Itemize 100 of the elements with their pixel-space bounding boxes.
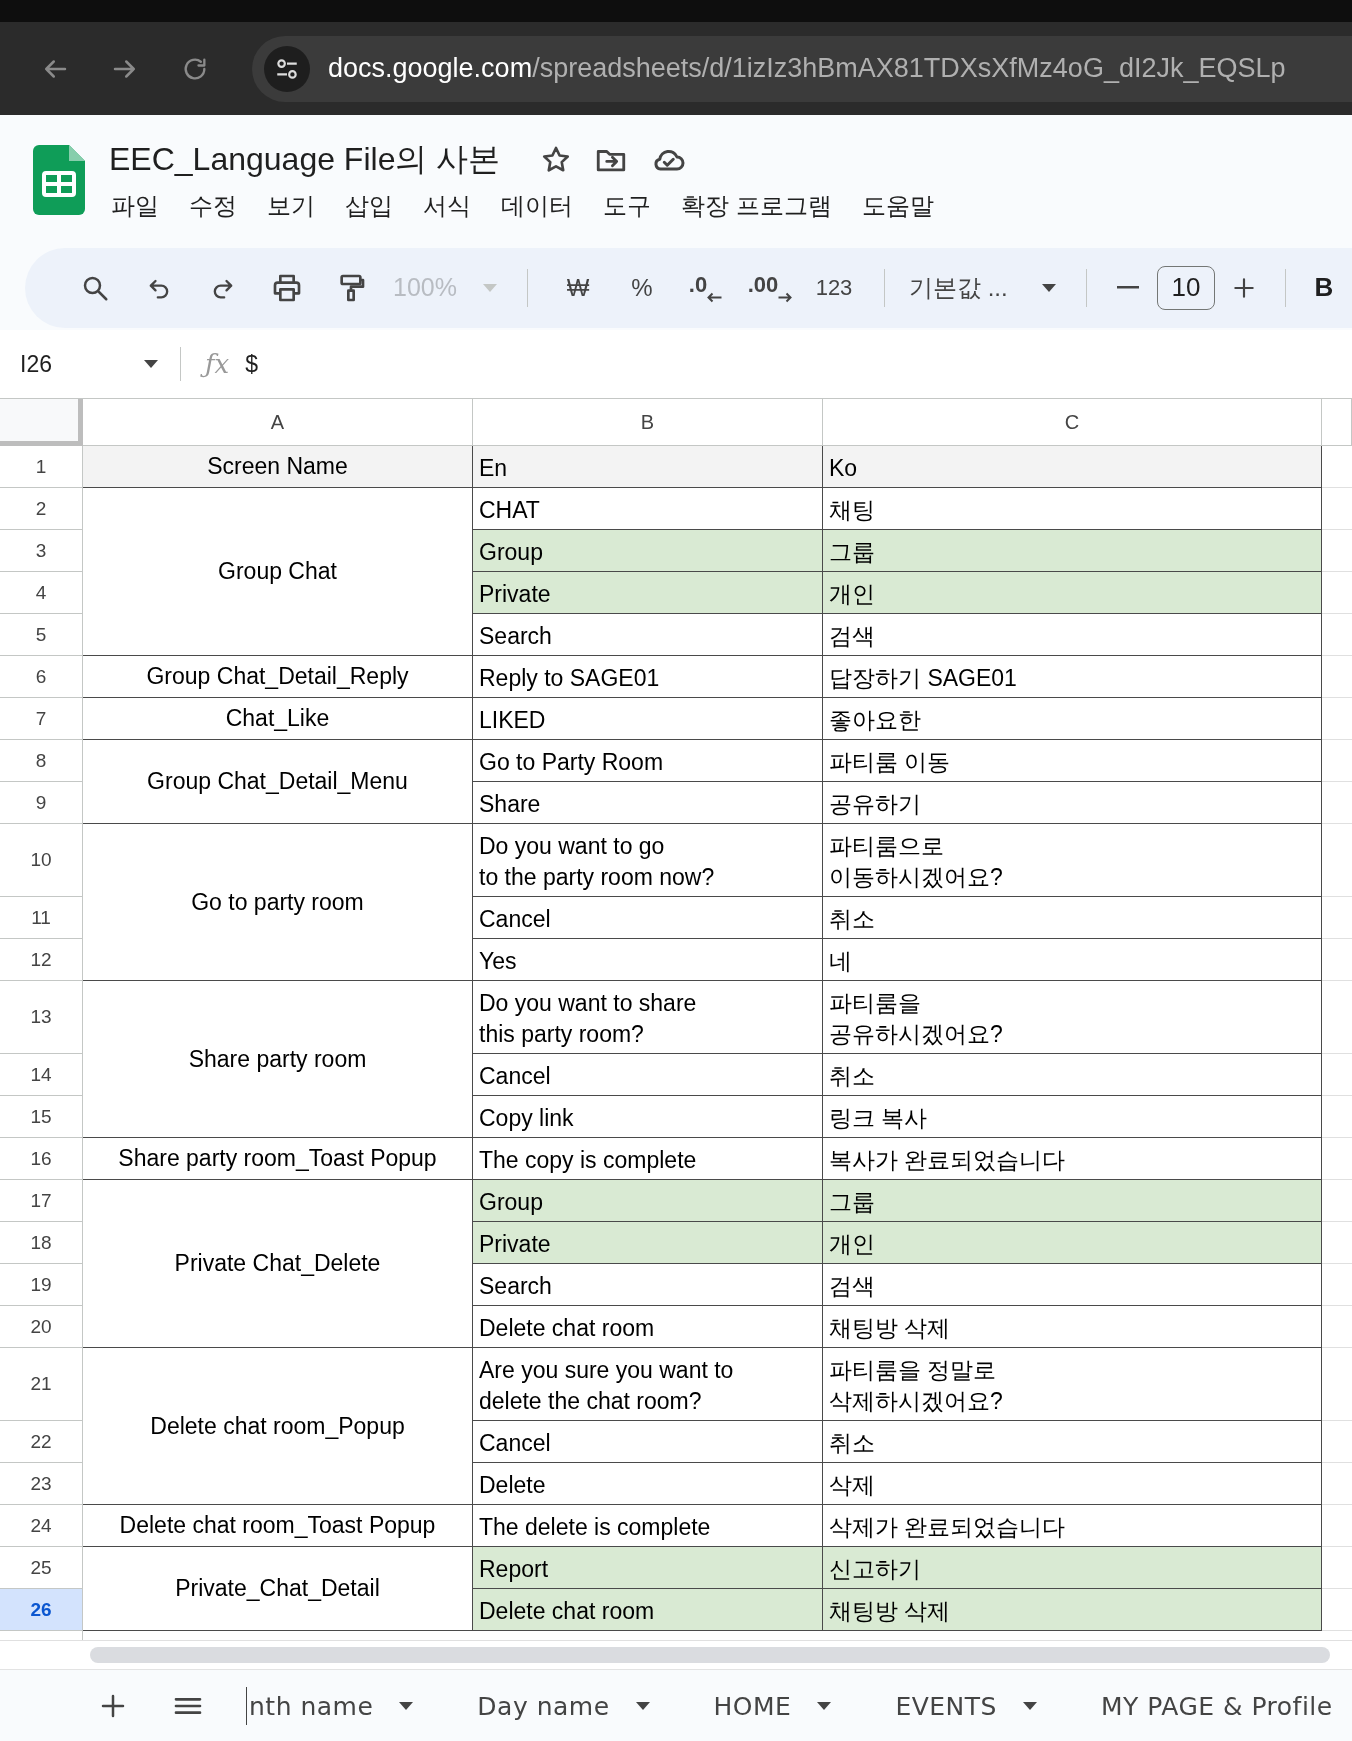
table-cell: Delete	[473, 1463, 823, 1505]
header-cell: Ko	[823, 446, 1322, 488]
table-cell: Report	[473, 1547, 823, 1589]
name-box[interactable]: I26	[0, 350, 180, 378]
address-bar[interactable]: docs.google.com/spreadsheets/d/1izIz3hBmAX81TDXsXfMz4oG_dI2Jk_EQSLp	[252, 35, 1352, 102]
table-cell: 개인	[823, 1222, 1322, 1264]
sheet-tab[interactable]: Day name	[477, 1691, 680, 1721]
row-number[interactable]: 26	[0, 1589, 83, 1631]
font-size-field[interactable]: 10	[1157, 265, 1215, 310]
table-cell: 채팅	[823, 488, 1322, 530]
table-cell: 삭제가 완료되었습니다	[823, 1505, 1322, 1547]
url-text: docs.google.com/spreadsheets/d/1izIz3hBmAX81TDXsXfMz4oG_dI2Jk_EQSLp	[328, 53, 1286, 84]
row-number[interactable]: 11	[0, 897, 83, 939]
row-number[interactable]: 6	[0, 656, 83, 698]
currency-button[interactable]: ₩	[546, 273, 610, 302]
row-number[interactable]: 16	[0, 1138, 83, 1180]
menu-item[interactable]: 파일	[109, 190, 174, 222]
menu-item[interactable]: 서식	[408, 190, 486, 222]
row-number[interactable]: 12	[0, 939, 83, 981]
caret-icon	[817, 1702, 832, 1710]
table-cell: 파티룸 이동	[823, 740, 1322, 782]
increase-decimal-button[interactable]: .00	[738, 272, 802, 303]
bold-button[interactable]: B	[1304, 272, 1344, 303]
sheet-tab[interactable]: MY PAGE & Profile	[1100, 1691, 1352, 1721]
row-number[interactable]: 21	[0, 1348, 83, 1421]
menu-item[interactable]: 수정	[174, 190, 252, 222]
header-cell: Screen Name	[83, 446, 473, 488]
sheet-tab[interactable]: nth name	[249, 1691, 444, 1721]
document-title[interactable]: EEC_Language File의 사본	[109, 138, 501, 182]
table-cell: 그룹	[823, 1180, 1322, 1222]
row-number[interactable]: 2	[0, 488, 83, 530]
menu-item[interactable]: 확장 프로그램	[666, 190, 847, 222]
caret-icon	[1041, 283, 1056, 292]
table-cell: 채팅방 삭제	[823, 1589, 1322, 1631]
menu-item[interactable]: 데이터	[486, 190, 588, 222]
table-cell: 신고하기	[823, 1547, 1322, 1589]
row-number[interactable]: 9	[0, 782, 83, 824]
row-number[interactable]: 10	[0, 824, 83, 897]
table-cell: Delete chat room	[473, 1306, 823, 1348]
row-number[interactable]: 3	[0, 530, 83, 572]
table-cell: The copy is complete	[473, 1138, 823, 1180]
table-cell: Cancel	[473, 897, 823, 939]
table-cell: Group	[473, 1180, 823, 1222]
column-header[interactable]: B	[473, 399, 823, 446]
row-number[interactable]: 1	[0, 446, 83, 488]
font-dropdown[interactable]: 기본값 ...	[903, 271, 1068, 304]
table-cell: 네	[823, 939, 1322, 981]
caret-icon	[1022, 1702, 1037, 1710]
row-number[interactable]: 25	[0, 1547, 83, 1589]
table-cell: Group Chat_Detail_Reply	[83, 656, 473, 698]
table-cell: Group	[473, 530, 823, 572]
table-cell: 검색	[823, 614, 1322, 656]
horizontal-scrollbar[interactable]	[90, 1647, 1330, 1663]
table-cell: Share party room	[83, 981, 473, 1138]
tune-icon[interactable]	[264, 45, 310, 92]
column-header[interactable]: A	[83, 399, 473, 446]
menu-item[interactable]: 도움말	[846, 190, 949, 222]
row-number[interactable]: 19	[0, 1264, 83, 1306]
table-cell: Private	[473, 572, 823, 614]
table-cell: Private Chat_Delete	[83, 1180, 473, 1348]
caret-icon	[399, 1702, 414, 1710]
number-format-button[interactable]: 123	[802, 274, 866, 301]
caret-icon	[482, 283, 497, 292]
decrease-decimal-button[interactable]: .0	[674, 272, 738, 303]
row-number[interactable]: 20	[0, 1306, 83, 1348]
spreadsheet-logo-icon[interactable]	[33, 145, 85, 215]
menu-item[interactable]: 삽입	[330, 190, 408, 222]
row-number[interactable]: 23	[0, 1463, 83, 1505]
row-number[interactable]: 15	[0, 1096, 83, 1138]
table-cell: Delete chat room	[473, 1589, 823, 1631]
row-number[interactable]: 22	[0, 1421, 83, 1463]
row-number[interactable]: 17	[0, 1180, 83, 1222]
table-cell: Reply to SAGE01	[473, 656, 823, 698]
sheet-tab[interactable]: EVENTS	[895, 1691, 1067, 1721]
table-cell: Go to party room	[83, 824, 473, 981]
function-icon: ƒx	[201, 346, 234, 382]
row-number[interactable]: 13	[0, 981, 83, 1054]
menu-item[interactable]: 도구	[588, 190, 666, 222]
table-cell: 파티룸을 공유하시겠어요?	[823, 981, 1322, 1054]
table-cell: 공유하기	[823, 782, 1322, 824]
caret-icon	[635, 1702, 650, 1710]
column-header[interactable]: C	[823, 399, 1322, 446]
table-cell: CHAT	[473, 488, 823, 530]
row-number[interactable]: 14	[0, 1054, 83, 1096]
sheet-tab[interactable]: HOME	[713, 1691, 862, 1721]
table-cell: 채팅방 삭제	[823, 1306, 1322, 1348]
row-number[interactable]: 18	[0, 1222, 83, 1264]
table-cell: Cancel	[473, 1054, 823, 1096]
row-number[interactable]: 24	[0, 1505, 83, 1547]
table-cell: 답장하기 SAGE01	[823, 656, 1322, 698]
formula-input[interactable]: $	[245, 350, 259, 378]
row-number[interactable]: 5	[0, 614, 83, 656]
row-number[interactable]: 8	[0, 740, 83, 782]
menu-item[interactable]: 보기	[252, 190, 330, 222]
right-arrow-icon	[778, 292, 793, 303]
table-cell: Private	[473, 1222, 823, 1264]
row-number[interactable]: 7	[0, 698, 83, 740]
percent-button[interactable]: %	[610, 273, 674, 302]
row-number[interactable]: 4	[0, 572, 83, 614]
table-cell: Group Chat_Detail_Menu	[83, 740, 473, 824]
